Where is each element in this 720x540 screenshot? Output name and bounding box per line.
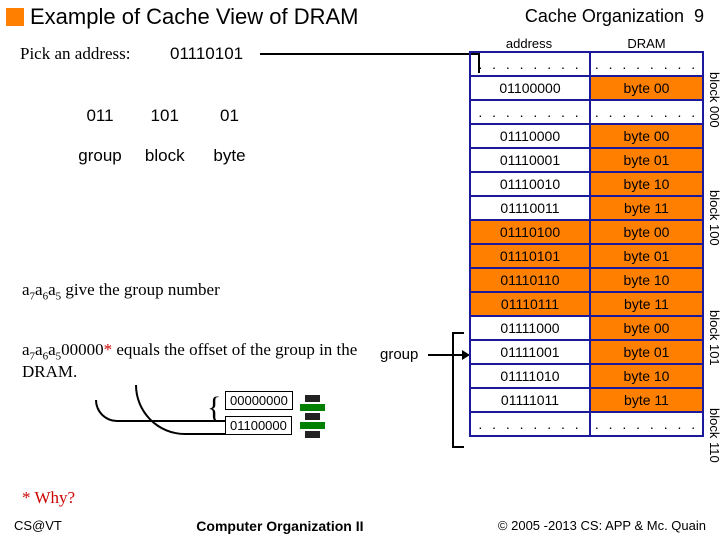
cell-byte: byte 00 xyxy=(590,220,703,244)
accent-box xyxy=(6,8,24,26)
table-row: 01100000byte 00 xyxy=(470,76,703,100)
offset-example-1: 01100000 xyxy=(225,416,292,435)
cell-byte: . . . . . . . . xyxy=(590,100,703,124)
arrow-2 xyxy=(135,385,225,435)
group-pointer: group xyxy=(380,346,418,363)
pick-label: Pick an address: xyxy=(20,44,130,64)
address-pointer-line xyxy=(260,53,480,73)
cell-address: 01110101 xyxy=(470,244,590,268)
cell-address: 01111000 xyxy=(470,316,590,340)
group-bits: 011 xyxy=(70,106,130,126)
block-bits-label: block xyxy=(135,146,195,166)
star: * xyxy=(104,340,113,359)
table-row: . . . . . . . .. . . . . . . . xyxy=(470,52,703,76)
page-title: Example of Cache View of DRAM xyxy=(30,4,359,30)
var-b1: a xyxy=(22,340,30,359)
table-row: 01111001byte 01 xyxy=(470,340,703,364)
table-row: 01110000byte 00 xyxy=(470,124,703,148)
explain1-text: give the group number xyxy=(61,280,220,299)
explain-group-number: a7a6a5 give the group number xyxy=(22,280,220,302)
table-row: 01110011byte 11 xyxy=(470,196,703,220)
footer: CS@VT Computer Organization II © 2005 -2… xyxy=(0,518,720,534)
cell-byte: byte 01 xyxy=(590,148,703,172)
col-dram: DRAM xyxy=(589,36,704,51)
table-row: 01110110byte 10 xyxy=(470,268,703,292)
table-row: 01110101byte 01 xyxy=(470,244,703,268)
table-row: 01111000byte 00 xyxy=(470,316,703,340)
cell-address: 01110110 xyxy=(470,268,590,292)
chosen-address: 01110101 xyxy=(170,44,243,64)
cell-address: 01111011 xyxy=(470,388,590,412)
cell-byte: byte 11 xyxy=(590,292,703,316)
cell-byte: . . . . . . . . xyxy=(590,412,703,436)
var-a1: a xyxy=(22,280,30,299)
var-b2: a xyxy=(35,340,43,359)
cell-address: . . . . . . . . xyxy=(470,100,590,124)
table-row: . . . . . . . .. . . . . . . . xyxy=(470,100,703,124)
var-a3: a xyxy=(48,280,56,299)
group-side-label: group xyxy=(380,346,418,363)
block-label-101: block 101 xyxy=(707,310,720,366)
byte-bits-label: byte xyxy=(199,146,259,166)
cell-byte: byte 00 xyxy=(590,316,703,340)
offset-zeros: 00000 xyxy=(61,340,104,359)
cell-byte: byte 11 xyxy=(590,196,703,220)
block-label-110: block 110 xyxy=(707,408,720,463)
stack-icon xyxy=(300,395,325,440)
cell-address: 01111010 xyxy=(470,364,590,388)
cell-byte: byte 00 xyxy=(590,76,703,100)
page-number: 9 xyxy=(694,6,704,26)
block-label-100: block 100 xyxy=(707,190,720,246)
cell-address: 01110010 xyxy=(470,172,590,196)
table-row: . . . . . . . .. . . . . . . . xyxy=(470,412,703,436)
footer-right: © 2005 -2013 CS: APP & Mc. Quain xyxy=(498,518,706,534)
col-address: address xyxy=(469,36,589,51)
cell-address: . . . . . . . . xyxy=(470,52,590,76)
footer-left: CS@VT xyxy=(14,518,62,534)
cell-byte: byte 01 xyxy=(590,244,703,268)
table-row: 01110010byte 10 xyxy=(470,172,703,196)
offset-example-0: 00000000 xyxy=(225,391,293,410)
var-a2: a xyxy=(35,280,43,299)
table-row: 01111011byte 11 xyxy=(470,388,703,412)
cell-byte: . . . . . . . . xyxy=(590,52,703,76)
table-row: 01110001byte 01 xyxy=(470,148,703,172)
cell-byte: byte 11 xyxy=(590,388,703,412)
cell-address: 01110001 xyxy=(470,148,590,172)
table-row: 01111010byte 10 xyxy=(470,364,703,388)
header-section: Cache Organization 9 xyxy=(525,6,704,27)
block-bits: 101 xyxy=(135,106,195,126)
block-label-000: block 000 xyxy=(707,72,720,128)
cell-byte: byte 01 xyxy=(590,340,703,364)
cell-byte: byte 10 xyxy=(590,364,703,388)
table-row: 01110100byte 00 xyxy=(470,220,703,244)
cell-address: 01110111 xyxy=(470,292,590,316)
cell-address: 01110000 xyxy=(470,124,590,148)
cell-byte: byte 10 xyxy=(590,172,703,196)
cell-address: 01100000 xyxy=(470,76,590,100)
dram-table: address DRAM . . . . . . . .. . . . . . … xyxy=(469,36,704,437)
cell-address: 01111001 xyxy=(470,340,590,364)
section-label: Cache Organization xyxy=(525,6,684,26)
cell-byte: byte 10 xyxy=(590,268,703,292)
table-row: 01110111byte 11 xyxy=(470,292,703,316)
byte-bits: 01 xyxy=(199,106,259,126)
group-brace-icon xyxy=(452,332,468,448)
address-breakdown: 011 101 01 group block byte xyxy=(70,106,259,166)
why-note: * Why? xyxy=(22,488,75,508)
group-bits-label: group xyxy=(70,146,130,166)
footer-mid: Computer Organization II xyxy=(196,518,363,534)
cell-address: 01110011 xyxy=(470,196,590,220)
cell-byte: byte 00 xyxy=(590,124,703,148)
explain-offset: a7a6a500000* equals the offset of the gr… xyxy=(22,340,402,382)
cell-address: 01110100 xyxy=(470,220,590,244)
var-b3: a xyxy=(48,340,56,359)
cell-address: . . . . . . . . xyxy=(470,412,590,436)
